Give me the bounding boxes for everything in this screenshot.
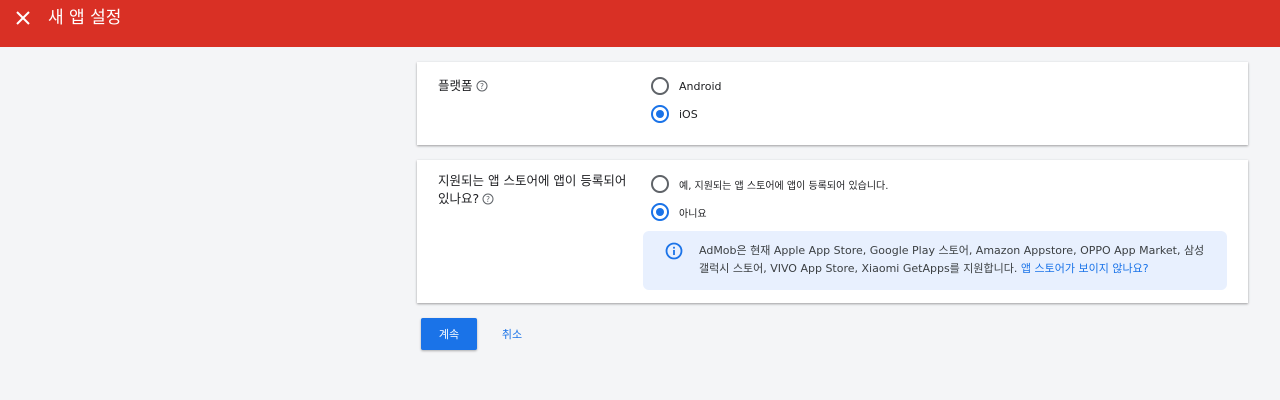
store-missing-link[interactable]: 앱 스토어가 보이지 않나요? <box>1021 262 1149 275</box>
help-icon[interactable]: ? <box>476 80 488 92</box>
info-banner: AdMob은 현재 Apple App Store, Google Play 스… <box>643 231 1227 290</box>
continue-button[interactable]: 계속 <box>421 318 477 350</box>
platform-label: 플랫폼 <box>438 78 473 93</box>
radio-button-selected[interactable] <box>651 105 669 123</box>
store-label-line2: 있나요? <box>438 191 480 206</box>
info-icon <box>665 242 683 260</box>
radio-label: iOS <box>679 107 698 121</box>
help-icon[interactable]: ? <box>482 193 494 205</box>
radio-button[interactable] <box>651 77 669 95</box>
radio-label: Android <box>679 79 722 93</box>
close-button[interactable] <box>13 8 33 28</box>
radio-ios[interactable]: iOS <box>651 105 698 123</box>
platform-question: 플랫폼? <box>438 77 488 95</box>
app-bar: 새 앱 설정 <box>0 0 1280 47</box>
svg-text:?: ? <box>480 82 484 91</box>
radio-store-no[interactable]: 아니요 <box>651 203 707 221</box>
platform-card: 플랫폼? Android iOS <box>417 62 1248 145</box>
store-label-line1: 지원되는 앱 스토어에 앱이 등록되어 <box>438 173 627 188</box>
store-card: 지원되는 앱 스토어에 앱이 등록되어 있나요?? 예, 지원되는 앱 스토어에… <box>417 160 1248 303</box>
page-title: 새 앱 설정 <box>48 8 122 28</box>
store-question: 지원되는 앱 스토어에 앱이 등록되어 있나요?? <box>438 172 626 208</box>
radio-label: 예, 지원되는 앱 스토어에 앱이 등록되어 있습니다. <box>679 180 889 192</box>
cancel-button[interactable]: 취소 <box>494 318 530 350</box>
radio-button[interactable] <box>651 175 669 193</box>
radio-label: 아니요 <box>679 208 707 220</box>
radio-store-yes[interactable]: 예, 지원되는 앱 스토어에 앱이 등록되어 있습니다. <box>651 175 888 193</box>
svg-text:?: ? <box>486 195 490 204</box>
close-icon <box>16 11 30 25</box>
radio-button-selected[interactable] <box>651 203 669 221</box>
radio-android[interactable]: Android <box>651 77 722 95</box>
info-text: AdMob은 현재 Apple App Store, Google Play 스… <box>699 242 1214 278</box>
